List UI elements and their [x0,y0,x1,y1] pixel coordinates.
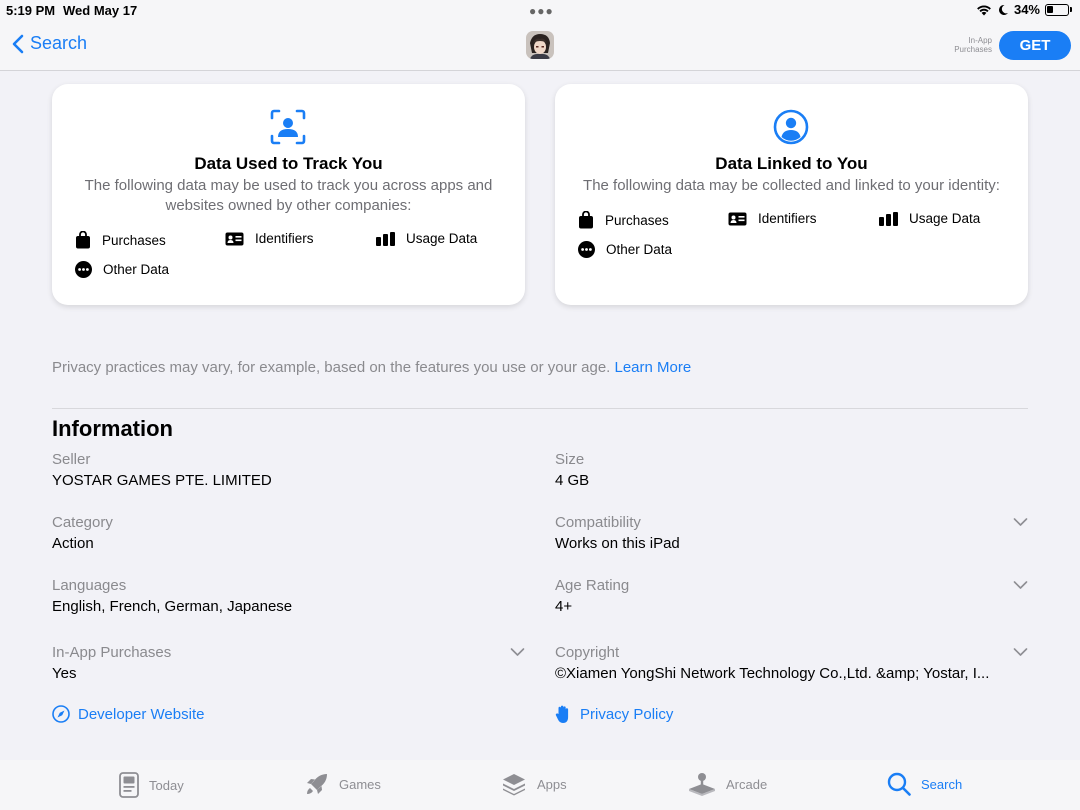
ellipsis-circle-icon [75,261,92,278]
tab-bar: Today Games Apps Arcade Search [0,760,1080,810]
linked-other-data: Other Data [578,241,672,258]
ellipsis-circle-icon [578,241,595,258]
person-circle-icon [773,109,809,145]
tab-search[interactable]: Search [887,772,962,796]
rocket-icon [307,774,327,794]
information-title: Information [52,416,173,441]
bar-chart-icon [879,211,898,226]
get-button[interactable]: GET [999,31,1071,60]
id-card-icon [728,212,747,225]
developer-website-link[interactable]: Developer Website [52,705,204,723]
linked-usage-data: Usage Data [879,211,980,226]
compass-icon [52,705,70,723]
moon-icon [998,4,1008,15]
back-label: Search [30,33,88,53]
track-identifiers: Identifiers [225,231,314,246]
tracking-face-icon [270,109,306,145]
copyright-chevron-down-icon[interactable] [1013,647,1028,657]
chevron-left-icon [12,34,24,53]
app-icon [526,31,554,59]
age-rating-chevron-down-icon[interactable] [1013,580,1028,590]
wifi-icon [977,5,991,15]
tab-apps[interactable]: Apps [501,772,567,796]
track-usage-data: Usage Data [376,231,477,246]
info-in-app-purchases[interactable]: In-App Purchases Yes [52,643,171,684]
info-languages: Languages English, French, German, Japan… [52,577,293,615]
info-seller: Seller YOSTAR GAMES PTE. LIMITED [52,451,272,489]
compatibility-chevron-down-icon[interactable] [1013,517,1028,527]
tab-today[interactable]: Today [119,772,184,798]
privacy-note: Privacy practices may vary, for example,… [52,359,691,376]
battery-tip [1070,7,1072,12]
search-icon [887,772,911,796]
status-time: 5:19 PM [6,3,56,18]
track-you-description: The following data may be used to track … [84,177,493,214]
multitasking-dots-icon[interactable]: ●●● [529,4,554,18]
section-divider [52,408,1028,409]
id-card-icon [225,232,244,245]
in-app-purchases-label: In-App Purchases [954,36,992,54]
status-right: 34% [976,2,1072,17]
battery-percent: 34% [1013,2,1040,17]
track-purchases: Purchases [75,231,166,249]
shopping-bag-icon [76,231,90,249]
learn-more-link[interactable]: Learn More [615,359,692,376]
status-bar: 5:19 PM Wed May 17 ●●● 34% [0,0,1080,20]
apps-stack-icon [503,774,525,796]
joystick-icon [689,773,715,796]
bar-chart-icon [376,231,395,246]
tab-arcade[interactable]: Arcade [688,772,767,796]
privacy-note-text: Privacy practices may vary, for example,… [52,359,611,376]
shopping-bag-icon [579,211,593,229]
back-button[interactable]: Search [12,33,87,54]
linked-to-you-description: The following data may be collected and … [583,177,1000,194]
battery-icon [1045,3,1069,16]
linked-to-you-title: Data Linked to You [715,154,868,173]
info-size: Size 4 GB [555,451,590,489]
status-date: Wed May 17 [63,3,138,18]
linked-identifiers: Identifiers [728,211,817,226]
in-app-purchases-chevron-down-icon[interactable] [510,647,525,657]
raised-hand-icon [555,705,569,723]
track-other-data: Other Data [75,261,169,278]
privacy-policy-link[interactable]: Privacy Policy [555,705,673,724]
today-icon [119,772,139,798]
info-copyright[interactable]: Copyright ©Xiamen YongShi Network Techno… [555,643,989,684]
info-age-rating[interactable]: Age Rating 4+ [555,576,629,617]
linked-purchases: Purchases [578,211,669,229]
info-category: Category Action [52,514,113,552]
tab-games[interactable]: Games [305,772,381,796]
info-compatibility[interactable]: Compatibility Works on this iPad [555,513,680,554]
linked-to-you-card[interactable]: Data Linked to You The following data ma… [555,84,1028,305]
track-you-title: Data Used to Track You [194,154,383,173]
track-you-card[interactable]: Data Used to Track You The following dat… [52,84,525,305]
